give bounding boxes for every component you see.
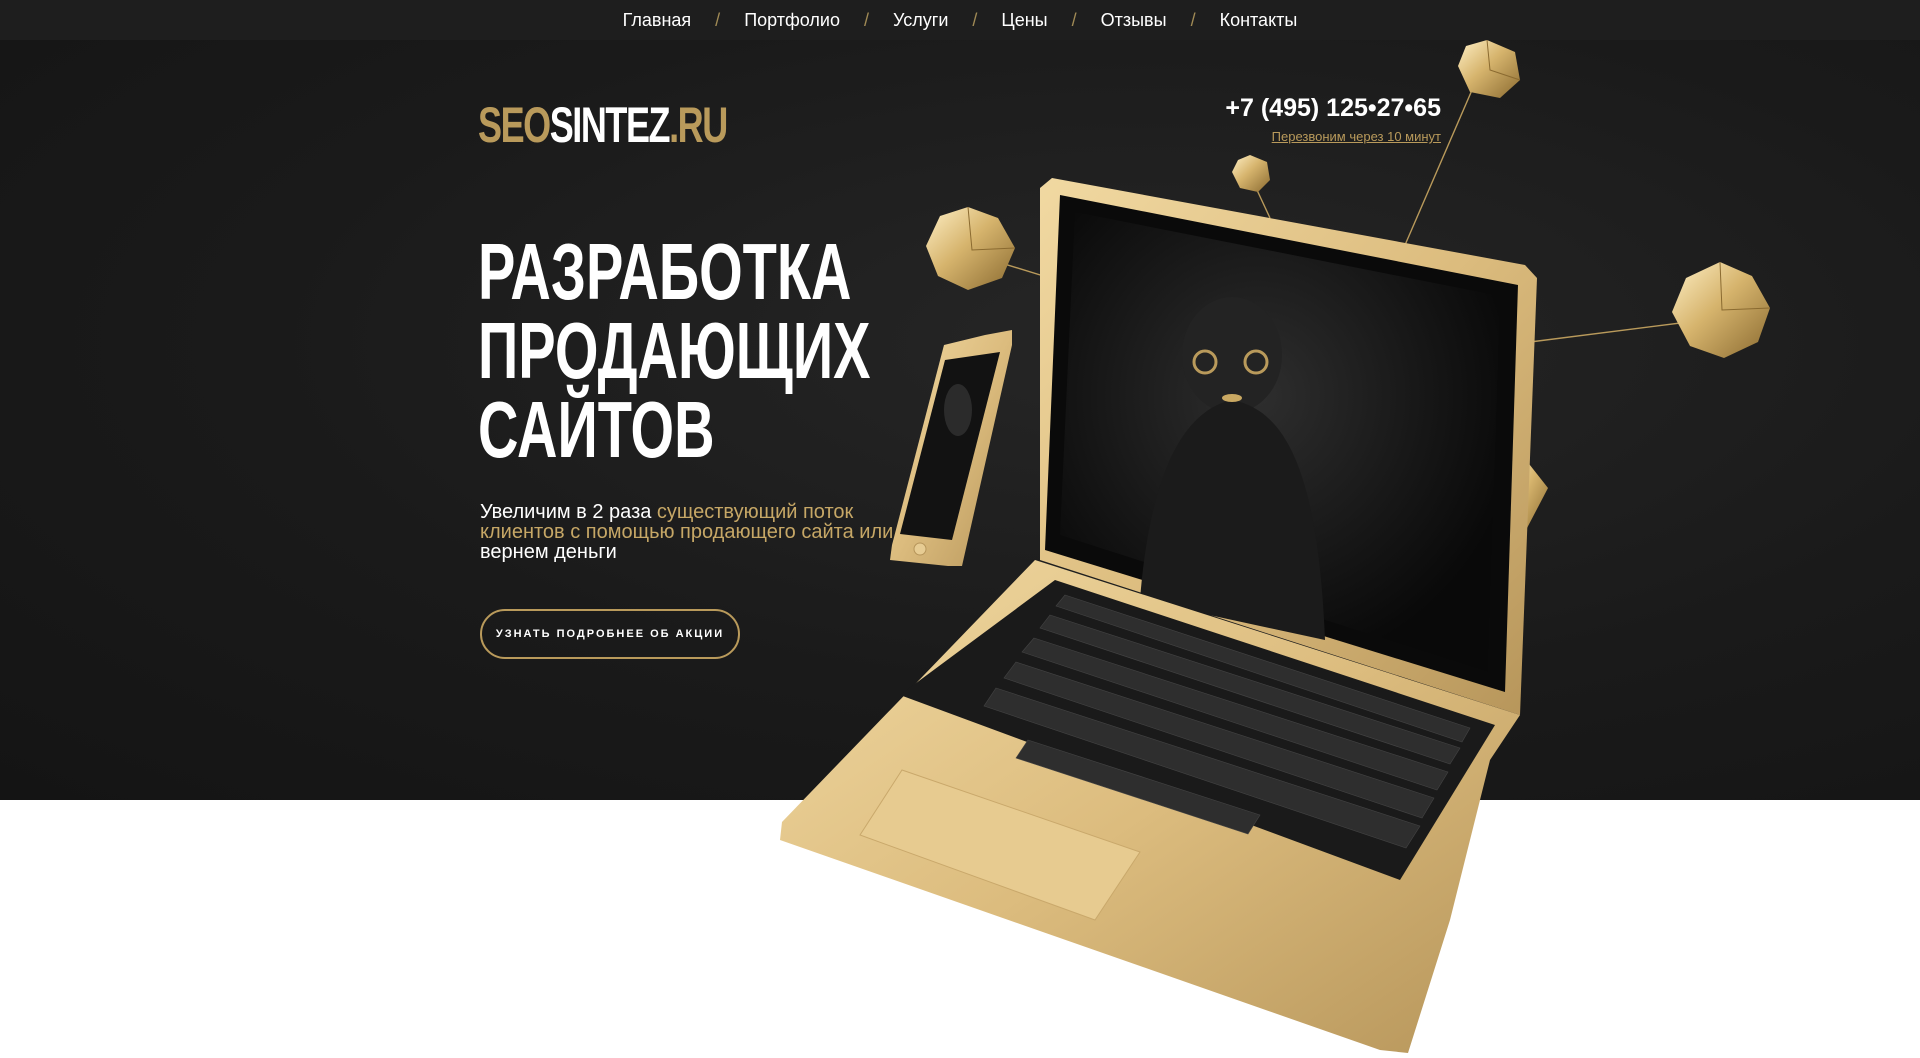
logo-part-seo: SEO	[478, 97, 551, 153]
nav-link-contacts[interactable]: Контакты	[1220, 10, 1298, 31]
nav-separator: /	[864, 9, 870, 30]
hero-headline: РАЗРАБОТКА ПРОДАЮЩИХ САЙТОВ	[478, 227, 871, 474]
headline-line-2: ПРОДАЮЩИХ	[478, 306, 871, 395]
hero-subtitle: Увеличим в 2 раза существующий поток кли…	[480, 502, 900, 562]
subtitle-part-1: Увеличим в 2 раза	[480, 501, 657, 523]
subtitle-part-3: вернем деньги	[480, 541, 617, 563]
phone-number[interactable]: +7 (495) 125•27•65	[1225, 94, 1441, 123]
nav-link-prices[interactable]: Цены	[1001, 10, 1047, 31]
headline-line-3: САЙТОВ	[478, 385, 715, 474]
nav-separator: /	[1190, 9, 1196, 30]
nav-link-services[interactable]: Услуги	[893, 10, 948, 31]
callback-link[interactable]: Перезвоним через 10 минут	[1225, 129, 1441, 144]
top-navigation: Главная / Портфолио / Услуги / Цены / От…	[0, 0, 1920, 40]
nav-link-reviews[interactable]: Отзывы	[1101, 10, 1167, 31]
contact-block: +7 (495) 125•27•65 Перезвоним через 10 м…	[1225, 94, 1441, 144]
hero-section	[0, 40, 1920, 800]
headline-line-1: РАЗРАБОТКА	[478, 227, 852, 316]
nav-link-home[interactable]: Главная	[623, 10, 692, 31]
learn-more-button[interactable]: УЗНАТЬ ПОДРОБНЕЕ ОБ АКЦИИ	[480, 609, 740, 659]
logo-part-sintez: SINTEZ	[549, 97, 671, 153]
logo-part-domain: .RU	[669, 97, 728, 153]
nav-separator: /	[1071, 9, 1077, 30]
nav-separator: /	[972, 9, 978, 30]
site-logo[interactable]: SEOSINTEZ.RU	[478, 96, 728, 154]
nav-separator: /	[715, 9, 721, 30]
nav-link-portfolio[interactable]: Портфолио	[744, 10, 840, 31]
